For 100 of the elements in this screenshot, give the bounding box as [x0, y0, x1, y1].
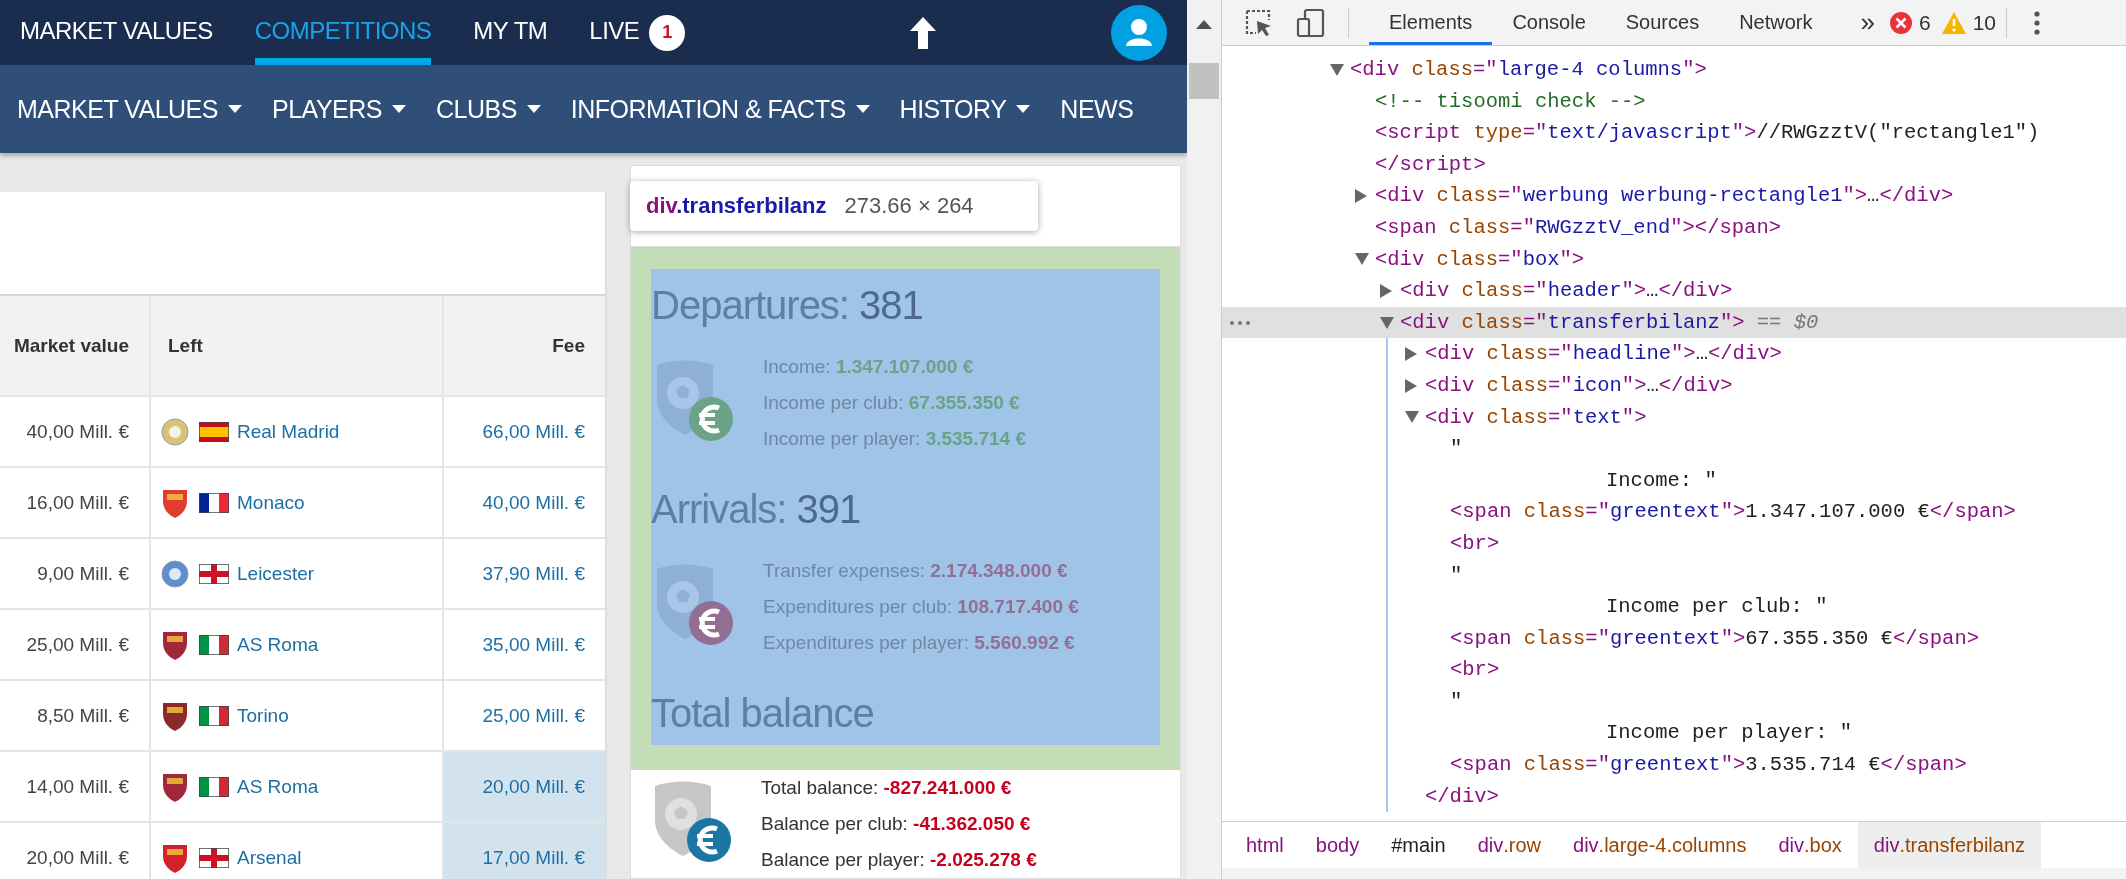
column-header[interactable]: Fee — [444, 296, 605, 395]
stat-line: Income per club: 67.355.350 € — [763, 391, 1021, 415]
dom-tree-row[interactable]: <br> — [1222, 654, 2126, 686]
club-link[interactable]: Arsenal — [237, 846, 302, 869]
breadcrumb[interactable]: body — [1299, 822, 1376, 868]
flag-icon — [199, 776, 229, 797]
dom-tree-row[interactable]: <script type="text/javascript">//RWGzztV("rectangle1") — [1222, 117, 2126, 149]
disclosure-triangle-icon[interactable] — [1405, 378, 1417, 393]
warning-count[interactable]: 10 — [1972, 10, 1996, 35]
dom-tree-row[interactable]: <span class="RWGzztV_end"></span> — [1222, 211, 2126, 244]
device-toolbar-icon[interactable] — [1296, 7, 1326, 38]
disclosure-triangle-icon[interactable] — [1330, 63, 1344, 76]
nav-tab[interactable]: MY TM — [473, 0, 548, 65]
up-arrow-icon[interactable] — [910, 16, 936, 49]
club-link[interactable]: AS Roma — [237, 633, 319, 656]
stat-line: Balance per club: -41.362.050 € — [761, 812, 1032, 836]
nav-tab[interactable]: MARKET VALUES — [20, 0, 213, 65]
dom-tree-row[interactable]: <br> — [1222, 527, 2126, 560]
scroll-up-icon[interactable] — [1196, 20, 1212, 29]
menu-item[interactable]: HISTORY — [899, 94, 1007, 124]
table-cell: 40,00 Mill. € — [0, 397, 151, 466]
table-cell: 25,00 Mill. € — [0, 610, 151, 679]
dom-tree-row[interactable]: <!-- tisoomi check --> — [1222, 85, 2126, 118]
section-heading: Arrivals: 391 — [651, 486, 862, 533]
flag-icon — [199, 705, 229, 726]
dom-text-label[interactable]: " Income per club: " — [1222, 559, 2126, 623]
fee-link[interactable]: 40,00 Mill. € — [444, 468, 605, 537]
more-options-icon[interactable] — [2033, 9, 2041, 36]
element-selector: div.transferbilanz — [646, 193, 827, 219]
fee-link[interactable]: 66,00 Mill. € — [444, 397, 605, 466]
breadcrumb[interactable]: #main — [1375, 822, 1462, 868]
column-header[interactable]: Left — [151, 296, 444, 395]
menu-item[interactable]: MARKET VALUES — [17, 94, 218, 124]
dom-tree-row[interactable]: <span class="greentext">1.347.107.000 €</span> — [1222, 496, 2126, 528]
section-heading: Total balance — [651, 690, 875, 737]
flag-icon — [199, 847, 229, 868]
dom-tree-row[interactable]: <div class="text"> — [1222, 401, 2126, 434]
fee-link[interactable]: 35,00 Mill. € — [444, 610, 605, 679]
club-link[interactable]: Torino — [237, 704, 289, 727]
devtools-tab[interactable]: Sources — [1605, 0, 1720, 45]
more-tabs-button[interactable]: » — [1846, 0, 1889, 45]
dots-icon[interactable] — [1230, 320, 1234, 325]
dom-closing-tag[interactable]: </div> — [1425, 780, 1499, 813]
stat-line: Expenditures per club: 108.717.400 € — [763, 595, 1079, 619]
breadcrumb[interactable]: div.box — [1762, 822, 1858, 868]
breadcrumb[interactable]: div.transferbilanz — [1857, 822, 2042, 868]
menu-item[interactable]: INFORMATION & FACTS — [570, 94, 846, 124]
error-count[interactable]: 6 — [1918, 10, 1931, 35]
table-cell: 8,50 Mill. € — [0, 681, 151, 750]
club-link[interactable]: Real Madrid — [237, 420, 340, 443]
table-cell: 16,00 Mill. € — [0, 468, 151, 537]
dom-text-label[interactable]: " Income per player: " — [1222, 685, 2126, 750]
fee-link[interactable]: 17,00 Mill. € — [444, 823, 605, 879]
dom-tree-row[interactable]: <span class="greentext">3.535.714 €</span> — [1222, 749, 2126, 781]
fee-link[interactable]: 25,00 Mill. € — [444, 681, 605, 750]
fee-link[interactable]: 20,00 Mill. € — [444, 752, 605, 821]
stat-line: Transfer expenses: 2.174.348.000 € — [763, 559, 1069, 583]
club-link[interactable]: Monaco — [237, 491, 305, 514]
breadcrumb[interactable]: div.large-4.columns — [1557, 822, 1763, 868]
disclosure-triangle-icon[interactable] — [1405, 347, 1417, 362]
flag-icon — [199, 634, 229, 655]
section-heading: Departures: 381 — [651, 282, 924, 329]
table-cell: 14,00 Mill. € — [0, 752, 151, 821]
fee-link[interactable]: 37,90 Mill. € — [444, 539, 605, 608]
menu-item[interactable]: PLAYERS — [272, 94, 382, 124]
breadcrumb[interactable]: html — [1230, 822, 1300, 868]
disclosure-triangle-icon[interactable] — [1380, 316, 1394, 329]
club-link[interactable]: Leicester — [237, 562, 315, 585]
table-cell: 9,00 Mill. € — [0, 539, 151, 608]
table-cell: 20,00 Mill. € — [0, 823, 151, 879]
dom-tree-row[interactable]: <div class="box"> — [1222, 243, 2126, 276]
dom-closing-tag[interactable]: </script> — [1375, 148, 1486, 181]
stat-line: Balance per player: -2.025.278 € — [761, 848, 1037, 872]
column-header[interactable]: Market value — [0, 296, 151, 395]
club-link[interactable]: AS Roma — [237, 775, 319, 798]
devtools-tab[interactable]: Elements — [1369, 0, 1493, 45]
flag-icon — [199, 563, 229, 584]
dom-tree-row[interactable]: <div class="large-4 columns"> — [1222, 54, 2126, 86]
menu-item[interactable]: CLUBS — [435, 94, 517, 124]
menu-item[interactable]: NEWS — [1060, 94, 1134, 124]
devtools-tab[interactable]: Network — [1719, 0, 1833, 45]
scrollbar-thumb[interactable] — [1189, 63, 1219, 99]
devtools-tab[interactable]: Console — [1492, 0, 1606, 45]
nav-tab[interactable]: LIVE — [589, 0, 640, 65]
stat-line: Income: 1.347.107.000 € — [763, 355, 975, 379]
error-icon[interactable] — [1888, 10, 1913, 35]
dom-tree-row[interactable]: <div class="werbung werbung-rectangle1">…</div> — [1222, 180, 2126, 212]
dom-tree-row[interactable]: <span class="greentext">67.355.350 €</span> — [1222, 622, 2126, 655]
flag-icon — [199, 492, 229, 513]
stat-line: Total balance: -827.241.000 € — [761, 776, 1013, 800]
dom-text-label[interactable]: " Income: " — [1222, 433, 2126, 497]
dom-tree-row[interactable]: <div class="transferbilanz"> == $0 — [1222, 306, 2126, 339]
user-avatar-icon[interactable] — [1111, 4, 1167, 61]
disclosure-triangle-icon[interactable] — [1405, 411, 1419, 424]
disclosure-triangle-icon[interactable] — [1355, 189, 1367, 204]
disclosure-triangle-icon[interactable] — [1355, 253, 1369, 266]
breadcrumb[interactable]: div.row — [1461, 822, 1558, 868]
dom-tree-row[interactable]: <div class="icon">…</div> — [1222, 369, 2126, 402]
dom-tree-row[interactable]: <div class="headline">…</div> — [1222, 338, 2126, 370]
stat-line: Income per player: 3.535.714 € — [763, 427, 1026, 451]
